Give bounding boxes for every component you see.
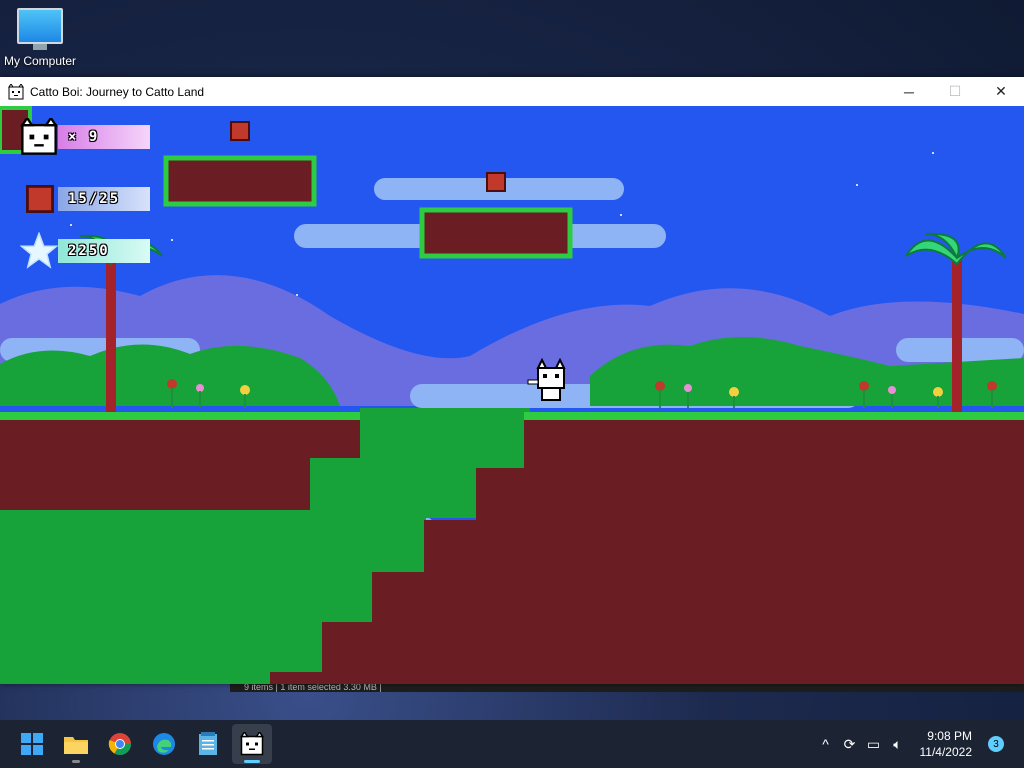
volume-icon[interactable]: 🔈︎ [886, 736, 910, 753]
cat-face-icon [20, 118, 58, 155]
ground-left-upper [0, 416, 364, 512]
notepad-icon [199, 732, 217, 755]
edge-icon [153, 733, 175, 755]
lives-counter: × 9 [58, 125, 150, 149]
red-gem-icon [230, 121, 250, 141]
taskbar-file-explorer[interactable] [56, 724, 96, 764]
game-viewport[interactable]: × 9 15/25 2250 [0, 106, 1024, 684]
network-icon[interactable]: ▭ [862, 736, 886, 753]
clock-date: 11/4/2022 [919, 745, 973, 759]
explorer-status-bar: 9 items | 1 item selected 3.30 MB | [230, 684, 1024, 692]
window-titlebar[interactable]: Catto Boi: Journey to Catto Land ─ ☐ ✕ [0, 77, 1024, 106]
notification-badge[interactable]: 3 [988, 736, 1004, 752]
monitor-icon [17, 8, 63, 44]
chrome-icon [108, 733, 131, 755]
game-scene [0, 106, 1024, 684]
maximize-button[interactable]: ☐ [932, 77, 978, 106]
hud-gems: 15/25 [26, 185, 150, 213]
score-counter: 2250 [58, 239, 150, 263]
floating-platform-2 [419, 207, 573, 259]
floating-platform-1 [163, 155, 317, 207]
hud-lives: × 9 [20, 118, 150, 156]
red-gem-icon [26, 185, 54, 213]
folder-icon [64, 737, 88, 754]
monitor-stand [33, 44, 47, 50]
taskbar-catto-boi[interactable] [232, 724, 272, 764]
clock-time: 9:08 PM [927, 729, 972, 743]
desktop-icon-my-computer[interactable]: My Computer [2, 8, 78, 68]
taskbar: ^ ⟳ ▭ 🔈︎ 9:08 PM 11/4/2022 3 [0, 720, 1024, 768]
minimize-button[interactable]: ─ [886, 77, 932, 106]
taskbar-notepad[interactable] [188, 724, 228, 764]
cat-face-icon [8, 83, 24, 99]
sync-icon[interactable]: ⟳ [838, 736, 862, 753]
close-button[interactable]: ✕ [978, 77, 1024, 106]
cat-face-icon [240, 732, 264, 756]
taskbar-chrome[interactable] [100, 724, 140, 764]
system-tray: ^ ⟳ ▭ 🔈︎ 9:08 PM 11/4/2022 3 [814, 720, 1024, 768]
game-window: Catto Boi: Journey to Catto Land ─ ☐ ✕ ×… [0, 77, 1024, 684]
red-gem-icon [486, 172, 506, 192]
windows-start-icon [21, 733, 43, 755]
start-button[interactable] [12, 724, 52, 764]
desktop-icon-label: My Computer [3, 54, 77, 68]
clock[interactable]: 9:08 PM 11/4/2022 [920, 728, 973, 760]
taskbar-edge[interactable] [144, 724, 184, 764]
gems-counter: 15/25 [58, 187, 150, 211]
star-icon [20, 232, 58, 269]
hud-score: 2250 [20, 232, 150, 270]
window-title: Catto Boi: Journey to Catto Land [30, 84, 205, 99]
chevron-up-icon[interactable]: ^ [814, 736, 838, 752]
